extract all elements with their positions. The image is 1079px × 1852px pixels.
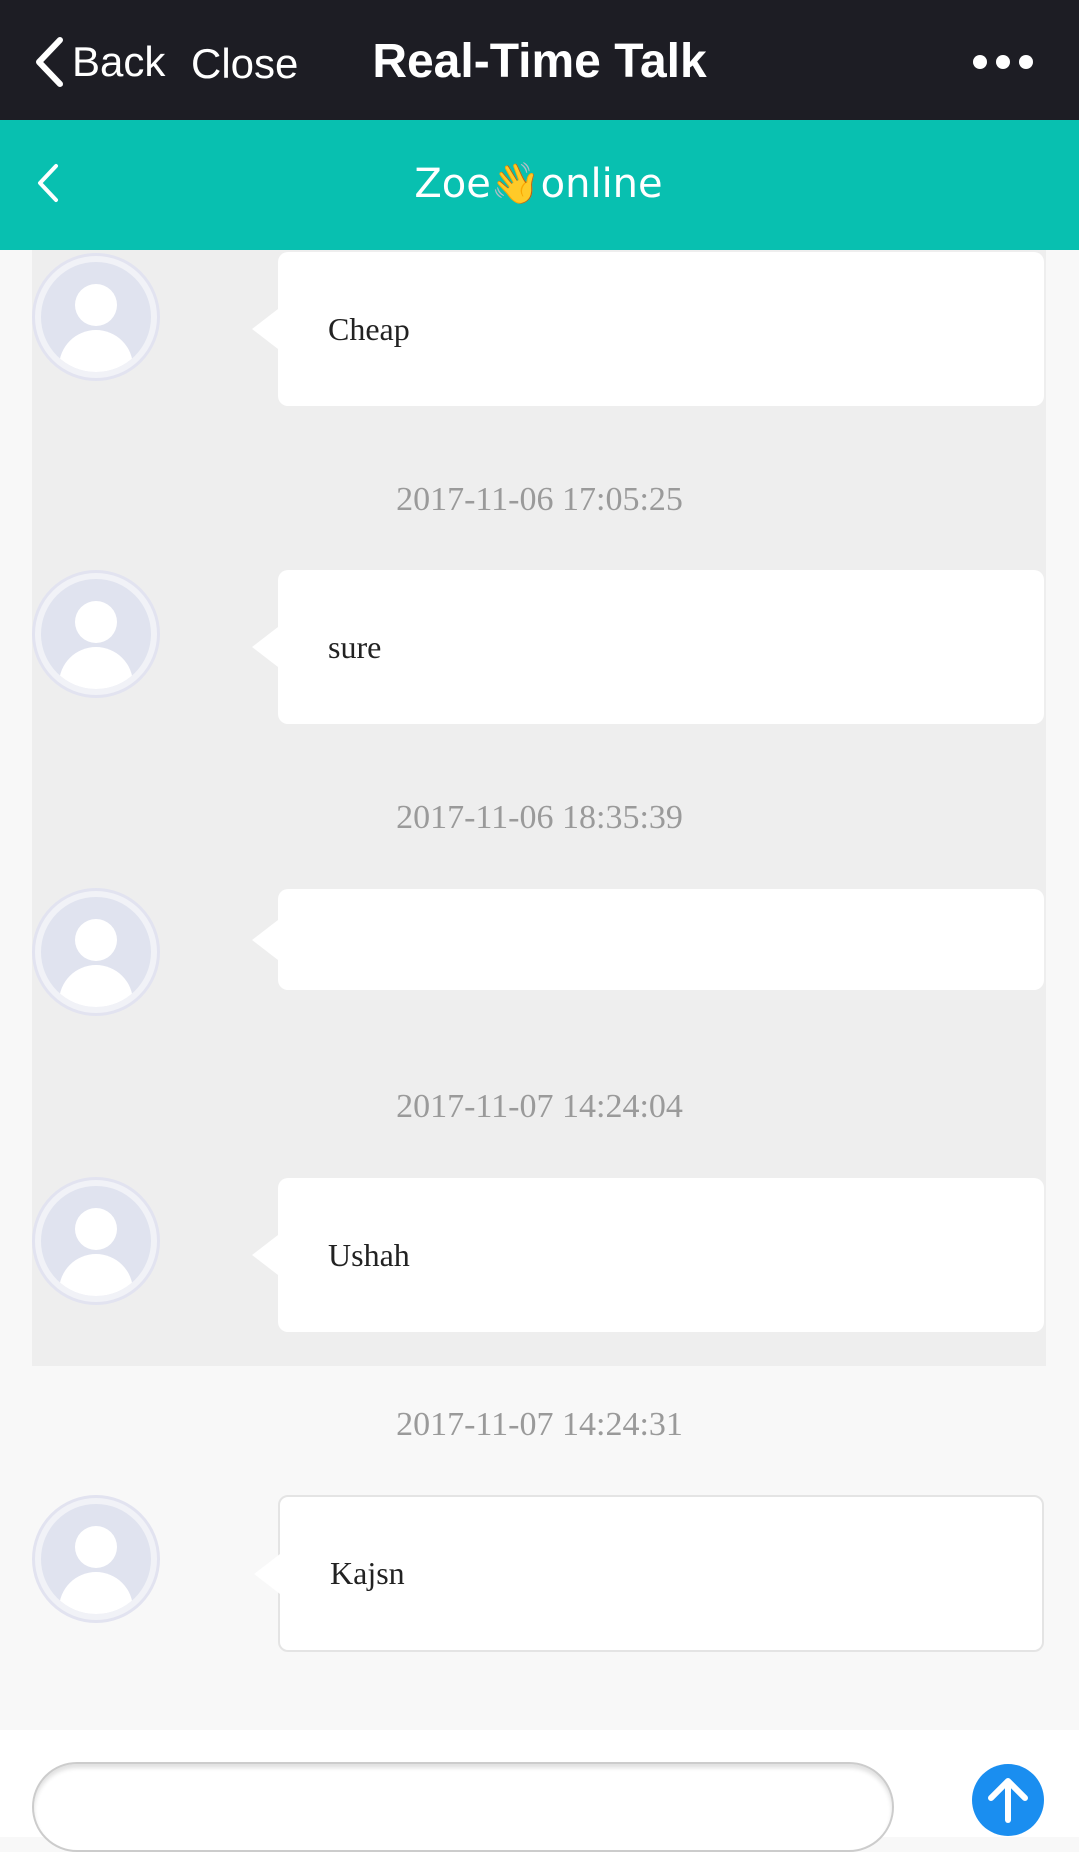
send-button[interactable]: [972, 1764, 1044, 1836]
contact-status-title: Zoe👋online: [0, 160, 1079, 207]
message-bubble: sure: [252, 570, 1044, 724]
avatar[interactable]: [32, 1495, 160, 1623]
contact-status-text: Zoe👋online: [414, 161, 663, 207]
page-title: Real-Time Talk: [0, 34, 1079, 89]
avatar[interactable]: [32, 888, 160, 1016]
message-bubble: Cheap: [252, 252, 1044, 406]
avatar[interactable]: [32, 570, 160, 698]
chat-header: Zoe👋online: [0, 120, 1079, 250]
message-timestamp: 2017-11-07 14:24:31: [396, 1406, 683, 1443]
arrow-up-icon: [988, 1778, 1028, 1823]
message-input[interactable]: [32, 1762, 894, 1852]
message-timestamp: 2017-11-06 17:05:25: [396, 481, 683, 518]
page-title-text: Real-Time Talk: [372, 35, 707, 88]
more-dots-icon[interactable]: [973, 52, 1033, 72]
top-nav-bar: Back Close Real-Time Talk: [0, 0, 1079, 120]
message-timestamp: 2017-11-07 14:24:04: [396, 1088, 683, 1125]
message-timestamp: 2017-11-06 18:35:39: [396, 799, 683, 836]
message-bubble: Kajsn: [254, 1495, 1044, 1652]
avatar[interactable]: [32, 1177, 160, 1305]
message-bubble: Ushah: [252, 1178, 1044, 1332]
composer-bar: [0, 1730, 1079, 1852]
message-list[interactable]: Cheap 2017-11-06 17:05:25 sure 2017-11-0…: [0, 250, 1079, 1730]
message-bubble: [252, 889, 1044, 990]
avatar[interactable]: [32, 253, 160, 381]
